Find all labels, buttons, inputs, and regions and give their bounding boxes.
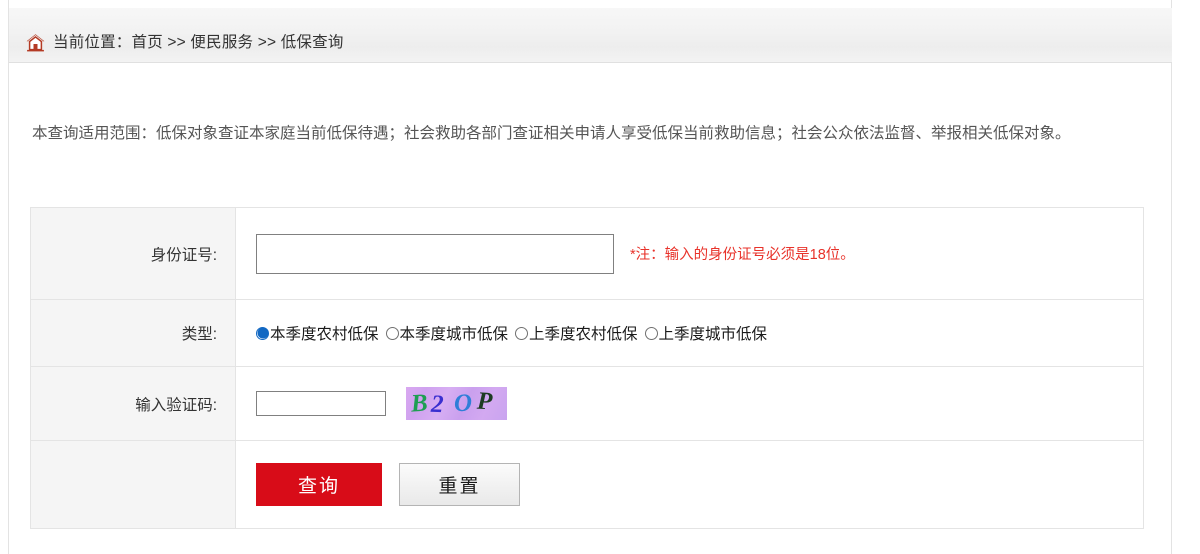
radio-dot-icon[interactable] bbox=[385, 326, 399, 340]
id-number-input[interactable] bbox=[256, 233, 614, 274]
breadcrumb: 当前位置：首页 >> 便民服务 >> 低保查询 bbox=[25, 30, 344, 52]
captcha-char-3: O bbox=[453, 389, 473, 418]
radio-dot-icon[interactable] bbox=[644, 326, 658, 340]
label-type: 类型: bbox=[30, 299, 236, 367]
field-type: 本季度农村低保 本季度城市低保 上季度农村低保 上季度城市低保 bbox=[235, 299, 1144, 367]
table-row-id: 身份证号: *注：输入的身份证号必须是18位。 bbox=[30, 207, 1144, 300]
query-form-table: 身份证号: *注：输入的身份证号必须是18位。 类型: 本季度农村低保 本季度城… bbox=[30, 207, 1144, 529]
field-captcha: B 2 O P bbox=[235, 366, 1144, 441]
captcha-image[interactable]: B 2 O P bbox=[406, 387, 507, 420]
radio-label: 上季度农村低保 bbox=[529, 326, 638, 343]
home-icon bbox=[25, 32, 46, 53]
radio-label: 本季度农村低保 bbox=[270, 326, 379, 343]
radio-option-current-urban[interactable]: 本季度城市低保 bbox=[385, 322, 509, 344]
table-row-captcha: 输入验证码: B 2 O P bbox=[30, 366, 1144, 441]
radio-option-previous-rural[interactable]: 上季度农村低保 bbox=[515, 322, 638, 344]
radio-dot-icon[interactable] bbox=[515, 326, 529, 340]
intro-description: 本查询适用范围：低保对象查证本家庭当前低保待遇；社会救助各部门查证相关申请人享受… bbox=[32, 125, 1071, 142]
captcha-char-4: P bbox=[476, 387, 493, 416]
breadcrumb-bar: 当前位置：首页 >> 便民服务 >> 低保查询 bbox=[9, 8, 1172, 63]
radio-label: 本季度城市低保 bbox=[399, 326, 509, 343]
label-captcha: 输入验证码: bbox=[30, 366, 236, 441]
reset-button[interactable]: 重置 bbox=[399, 463, 520, 506]
query-button[interactable]: 查询 bbox=[256, 463, 382, 506]
label-actions-empty bbox=[30, 440, 236, 529]
type-radio-group: 本季度农村低保 本季度城市低保 上季度农村低保 上季度城市低保 bbox=[256, 322, 1143, 344]
radio-label: 上季度城市低保 bbox=[658, 326, 768, 343]
captcha-char-2: 2 bbox=[430, 390, 444, 419]
radio-option-current-rural[interactable]: 本季度农村低保 bbox=[256, 322, 379, 344]
label-id-number: 身份证号: bbox=[30, 207, 236, 300]
table-row-actions: 查询 重置 bbox=[30, 440, 1144, 529]
table-row-type: 类型: 本季度农村低保 本季度城市低保 上季度农村低保 上季度城市低保 bbox=[30, 299, 1144, 367]
captcha-input[interactable] bbox=[256, 391, 386, 416]
breadcrumb-text[interactable]: 当前位置：首页 >> 便民服务 >> 低保查询 bbox=[53, 30, 344, 52]
id-number-note: *注：输入的身份证号必须是18位。 bbox=[630, 247, 855, 263]
radio-option-previous-urban[interactable]: 上季度城市低保 bbox=[644, 322, 768, 344]
captcha-char-1: B bbox=[410, 389, 429, 418]
field-actions: 查询 重置 bbox=[235, 440, 1144, 529]
field-id-number: *注：输入的身份证号必须是18位。 bbox=[235, 207, 1144, 300]
radio-dot-icon[interactable] bbox=[256, 326, 269, 340]
